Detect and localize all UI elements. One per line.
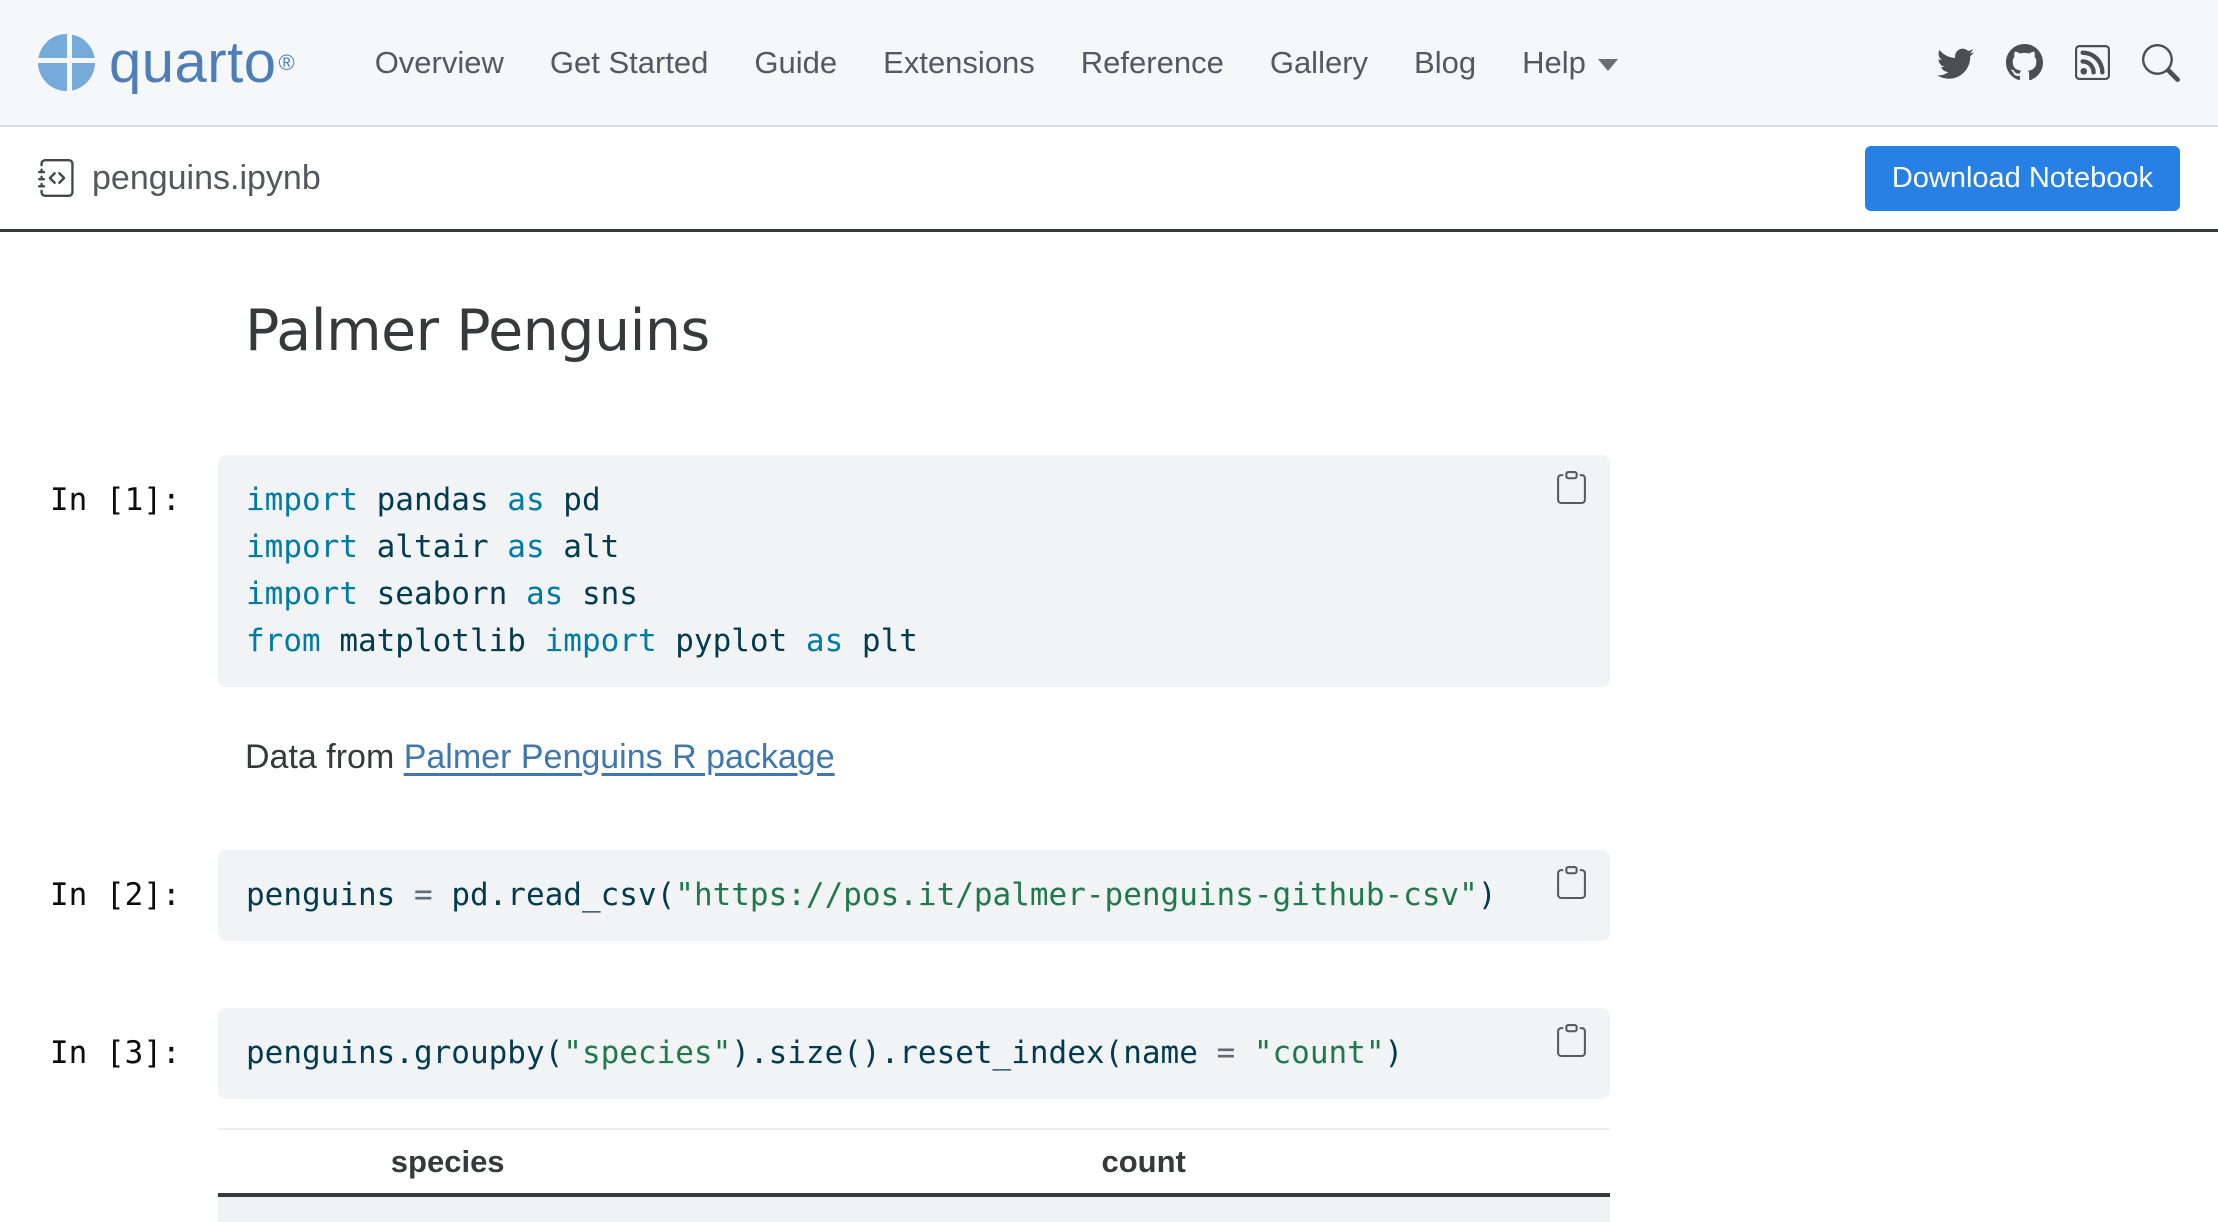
output-table: species count xyxy=(218,1128,1610,1222)
table-header-species: species xyxy=(218,1129,677,1195)
search-icon[interactable] xyxy=(2142,44,2180,82)
registered-mark: ® xyxy=(278,50,294,76)
code-block: penguins = pd.read_csv("https://pos.it/p… xyxy=(246,872,1582,919)
quarto-globe-icon xyxy=(38,34,95,91)
code-line: import altair as alt xyxy=(246,524,1582,571)
primary-nav: Overview Get Started Guide Extensions Re… xyxy=(375,45,1618,81)
notebook-content: Palmer Penguins In [1]: import pandas as… xyxy=(0,296,1610,1222)
table-header-count: count xyxy=(677,1129,1610,1195)
palmer-penguins-link[interactable]: Palmer Penguins R package xyxy=(404,738,835,776)
navbar: quarto ® Overview Get Started Guide Exte… xyxy=(0,0,2218,127)
github-icon[interactable] xyxy=(2006,44,2043,81)
nav-item-overview[interactable]: Overview xyxy=(375,45,504,81)
code-cell: In [2]: penguins = pd.read_csv("https://… xyxy=(0,850,1610,941)
chevron-down-icon xyxy=(1598,59,1618,71)
code-cell-source: import pandas as pdimport altair as alti… xyxy=(218,455,1610,687)
download-notebook-button[interactable]: Download Notebook xyxy=(1865,146,2180,211)
nav-item-help[interactable]: Help xyxy=(1522,45,1618,81)
code-line: import pandas as pd xyxy=(246,477,1582,524)
journal-code-icon xyxy=(38,159,76,197)
twitter-icon[interactable] xyxy=(1937,44,1974,81)
nav-item-get-started[interactable]: Get Started xyxy=(550,45,709,81)
cell-execution-label: In [3]: xyxy=(0,1008,218,1099)
nav-item-gallery[interactable]: Gallery xyxy=(1270,45,1368,81)
notebook-filename: penguins.ipynb xyxy=(92,159,321,198)
nav-item-reference[interactable]: Reference xyxy=(1081,45,1224,81)
code-cell: In [3]: penguins.groupby("species").size… xyxy=(0,1008,1610,1099)
notebook-file-bar: penguins.ipynb Download Notebook xyxy=(0,127,2218,232)
code-line: import seaborn as sns xyxy=(246,571,1582,618)
code-cell: In [1]: import pandas as pdimport altair… xyxy=(0,455,1610,687)
quarto-logo[interactable]: quarto ® xyxy=(38,29,295,96)
nav-item-extensions[interactable]: Extensions xyxy=(883,45,1035,81)
cell-execution-label: In [1]: xyxy=(0,455,218,687)
code-block: import pandas as pdimport altair as alti… xyxy=(246,477,1582,665)
page-title: Palmer Penguins xyxy=(245,296,1610,366)
markdown-paragraph: Data from Palmer Penguins R package xyxy=(245,735,1610,779)
markdown-text: Data from xyxy=(245,738,404,776)
code-cell-source: penguins = pd.read_csv("https://pos.it/p… xyxy=(218,850,1610,941)
nav-item-blog[interactable]: Blog xyxy=(1414,45,1476,81)
code-line: penguins = pd.read_csv("https://pos.it/p… xyxy=(246,872,1582,919)
table-header-row: species count xyxy=(218,1129,1610,1195)
cell-execution-label: In [2]: xyxy=(0,850,218,941)
code-line: penguins.groupby("species").size().reset… xyxy=(246,1030,1582,1077)
navbar-icons xyxy=(1937,44,2180,82)
code-block: penguins.groupby("species").size().reset… xyxy=(246,1030,1582,1077)
rss-icon[interactable] xyxy=(2075,45,2110,80)
nav-item-guide[interactable]: Guide xyxy=(754,45,837,81)
code-line: from matplotlib import pyplot as plt xyxy=(246,618,1582,665)
copy-to-clipboard-button[interactable] xyxy=(1555,471,1588,504)
copy-to-clipboard-button[interactable] xyxy=(1555,866,1588,899)
brand-wordmark: quarto xyxy=(109,29,276,96)
code-cell-source: penguins.groupby("species").size().reset… xyxy=(218,1008,1610,1099)
table-row xyxy=(218,1195,1610,1222)
copy-to-clipboard-button[interactable] xyxy=(1555,1024,1588,1057)
